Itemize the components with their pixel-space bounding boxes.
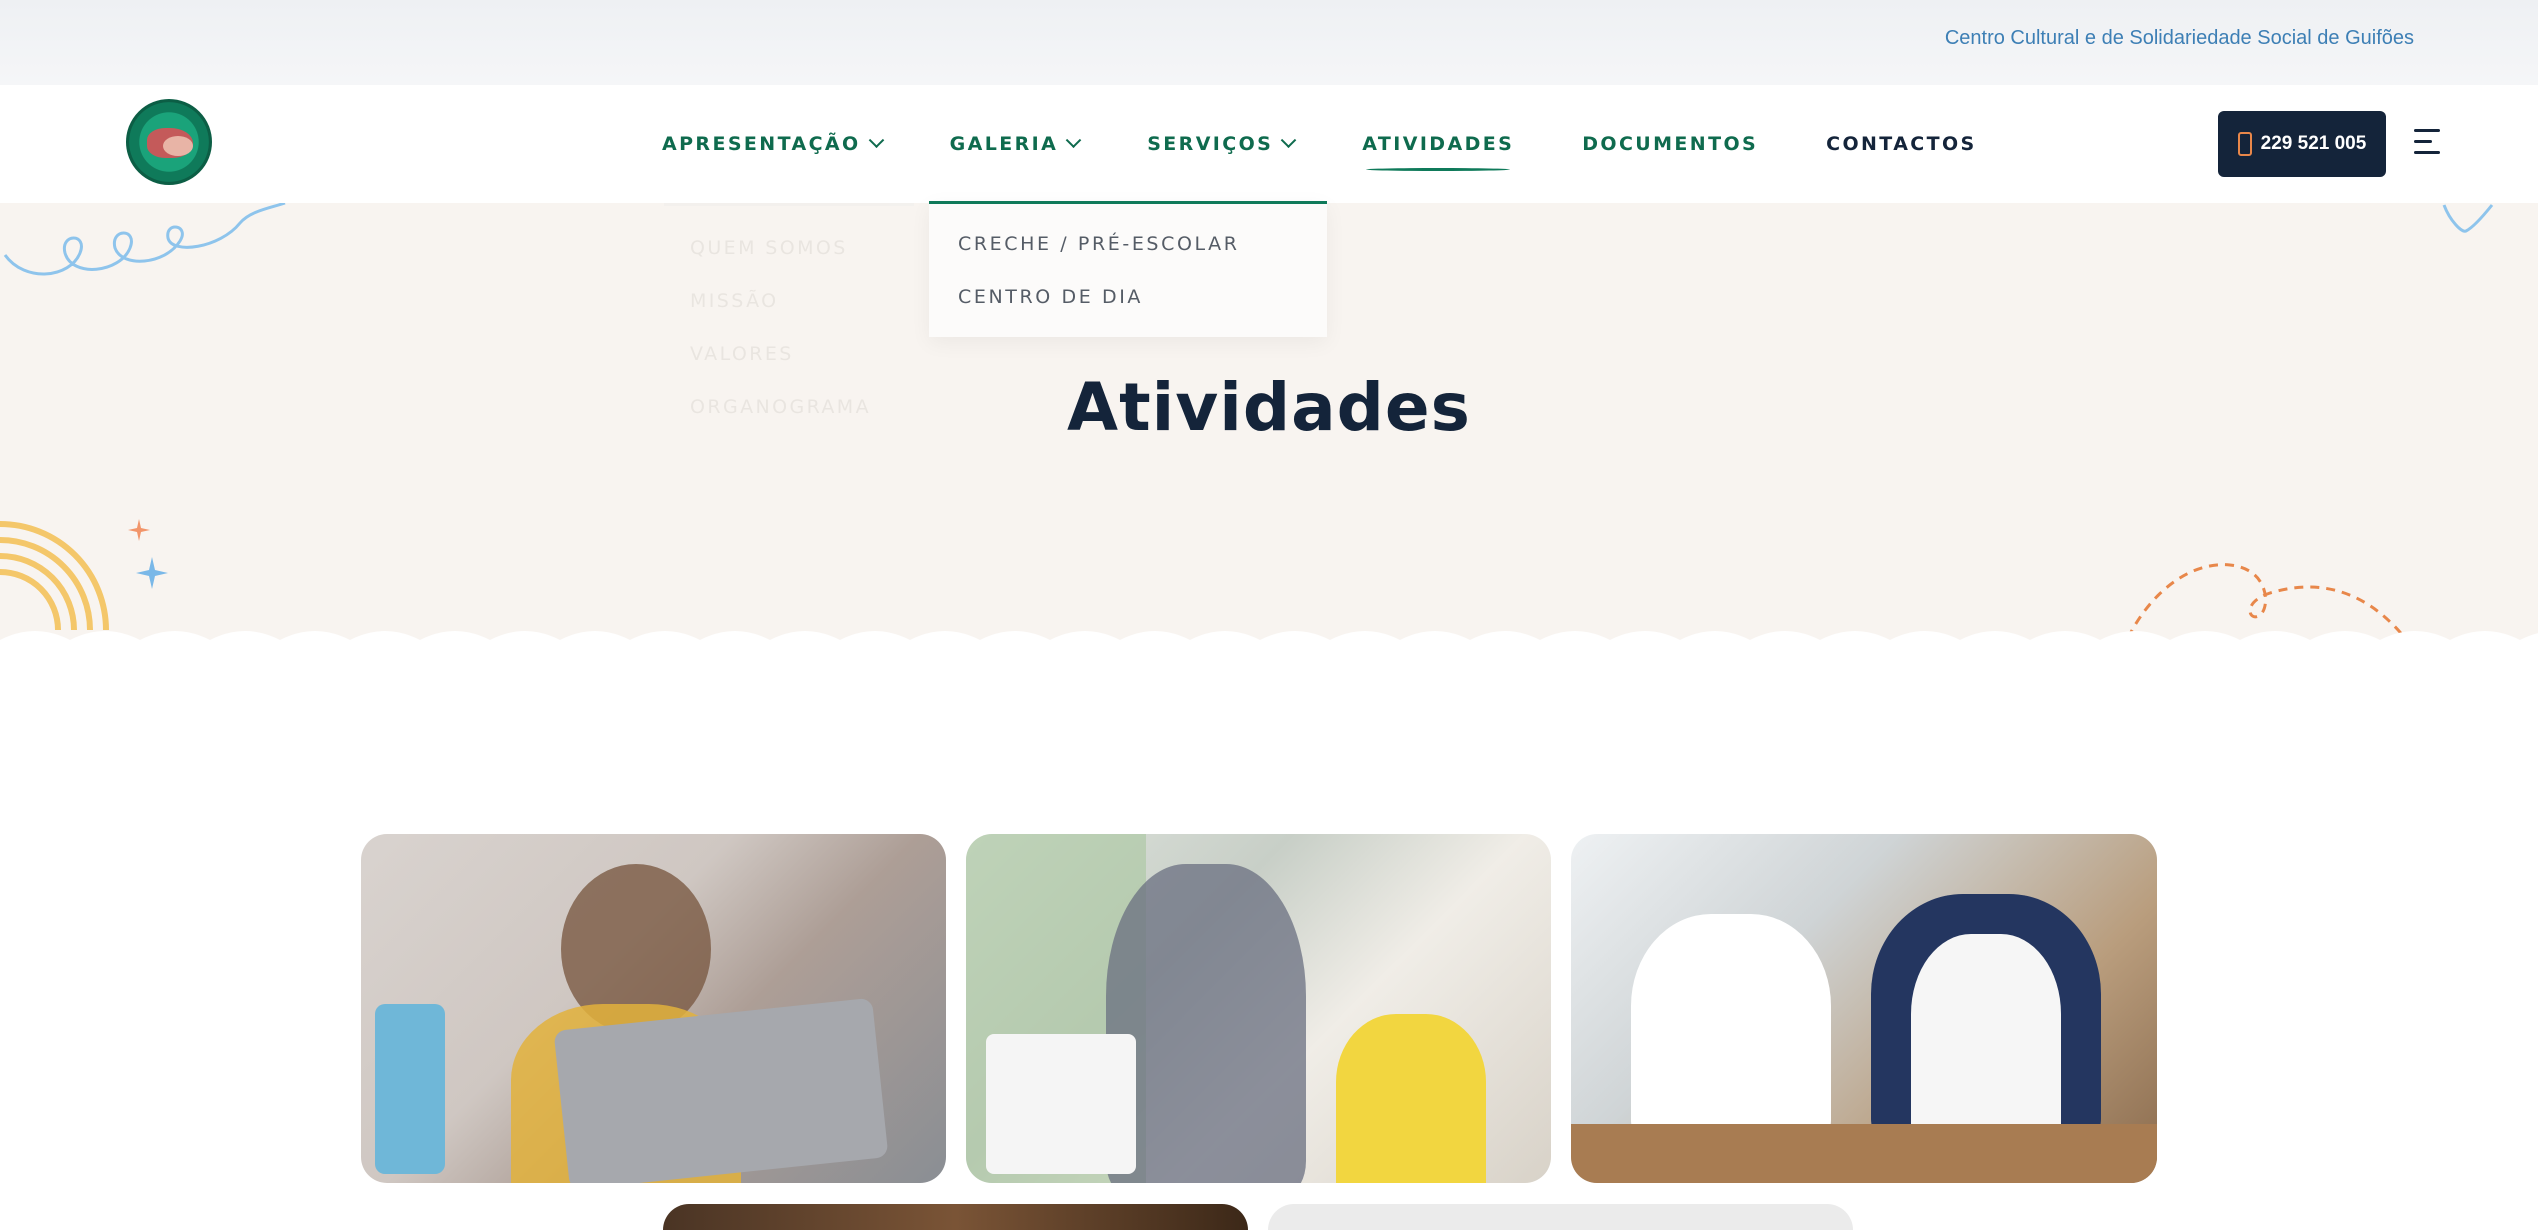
logo[interactable] xyxy=(126,99,212,185)
sparkle-orange-icon xyxy=(128,519,150,541)
active-underline xyxy=(1366,168,1511,171)
swirl-decoration-icon xyxy=(3,203,286,276)
nav-item-apresentacao[interactable]: APRESENTAÇÃO xyxy=(662,131,884,155)
gallery-photo-5[interactable] xyxy=(1268,1204,1853,1230)
phone-number: 229 521 005 xyxy=(2260,133,2367,154)
page-title: Atividades xyxy=(1067,369,1471,446)
nav-item-documentos[interactable]: DOCUMENTOS xyxy=(1582,133,1758,155)
nav-item-contactos[interactable]: CONTACTOS xyxy=(1826,133,1977,155)
nav-item-servicos[interactable]: SERVIÇOS xyxy=(1147,131,1297,155)
teacher-student-photo[interactable] xyxy=(966,834,1551,1183)
wave-divider xyxy=(0,631,2538,665)
main-nav: APRESENTAÇÃO GALERIA SERVIÇOS ATIVIDADES… xyxy=(662,85,2045,203)
sparkle-blue-icon xyxy=(136,557,168,589)
nav-label: CONTACTOS xyxy=(1826,133,1977,155)
organization-name: Centro Cultural e de Solidariedade Socia… xyxy=(1944,27,2414,49)
nav-label: APRESENTAÇÃO xyxy=(662,133,861,155)
dropdown-item-missao[interactable]: MISSÃO xyxy=(664,275,914,328)
chevron-down-icon xyxy=(1280,131,1297,148)
dropdown-servicos: CRECHE / PRÉ-ESCOLAR CENTRO DE DIA xyxy=(929,201,1327,337)
phone-button[interactable]: 229 521 005 xyxy=(2218,111,2386,177)
hamburger-icon[interactable] xyxy=(2414,129,2440,155)
nav-item-galeria[interactable]: GALERIA xyxy=(949,131,1082,155)
logo-hands xyxy=(163,136,193,156)
phone-icon xyxy=(2237,132,2252,156)
nav-label: DOCUMENTOS xyxy=(1582,133,1759,155)
site-header: APRESENTAÇÃO GALERIA SERVIÇOS ATIVIDADES… xyxy=(0,85,2538,203)
dropdown-item-centro-de-dia[interactable]: CENTRO DE DIA xyxy=(929,271,1327,324)
chevron-down-icon xyxy=(868,131,884,148)
dropdown-item-quem-somos[interactable]: QUEM SOMOS xyxy=(664,222,914,275)
child-laptop-photo[interactable] xyxy=(361,834,946,1183)
gallery-photo-4[interactable] xyxy=(663,1204,1248,1230)
dropdown-apresentacao: QUEM SOMOS MISSÃO VALORES ORGANOGRAMA xyxy=(664,203,914,433)
nav-label: ATIVIDADES xyxy=(1362,133,1515,155)
kids-robotics-photo[interactable] xyxy=(1571,834,2157,1183)
nav-item-atividades[interactable]: ATIVIDADES xyxy=(1362,133,1515,171)
dropdown-item-creche[interactable]: CRECHE / PRÉ-ESCOLAR xyxy=(929,218,1327,271)
dropdown-item-organograma[interactable]: ORGANOGRAMA xyxy=(664,381,914,434)
curve-decoration-icon xyxy=(2442,204,2494,233)
nav-label: SERVIÇOS xyxy=(1147,133,1274,155)
chevron-down-icon xyxy=(1065,131,1082,148)
dropdown-item-valores[interactable]: VALORES xyxy=(664,328,914,381)
nav-label: GALERIA xyxy=(949,133,1059,155)
top-info-bar: Centro Cultural e de Solidariedade Socia… xyxy=(0,0,2538,85)
